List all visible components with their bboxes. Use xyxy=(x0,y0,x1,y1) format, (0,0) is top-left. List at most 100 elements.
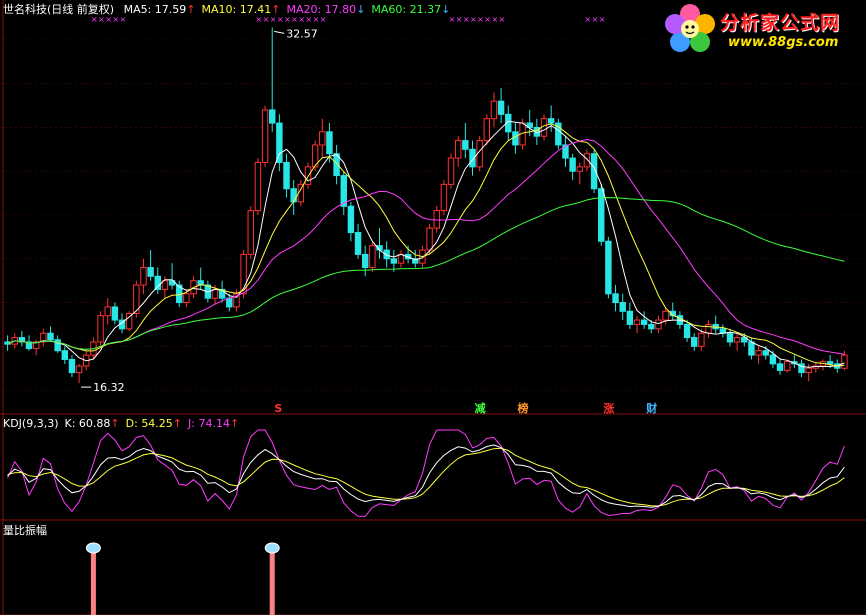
candle-body xyxy=(319,131,326,146)
candle-body xyxy=(276,122,283,163)
candle-body xyxy=(841,354,848,369)
amp-bar-stem xyxy=(90,552,96,615)
signal-mark: × xyxy=(298,15,305,24)
candle-body xyxy=(569,157,576,172)
candle-body xyxy=(104,306,111,317)
event-tag: S xyxy=(274,402,282,415)
candle-body xyxy=(547,118,555,124)
candle-body xyxy=(698,332,705,347)
candle-body xyxy=(75,365,83,374)
candle-body xyxy=(183,293,190,304)
candle xyxy=(555,118,562,150)
candle-body xyxy=(426,227,433,251)
candle xyxy=(254,158,262,215)
signal-mark: × xyxy=(456,15,463,24)
kdj-legend: KDJ(9,3,3) K: 60.88↑ D: 54.25↑ J: 74.14↑ xyxy=(3,417,251,430)
price-legend-item: MA10: 17.41↑ xyxy=(201,3,281,16)
kdj-legend-item: K: 60.88↑ xyxy=(64,417,120,430)
kdj-trend-arrow: ↑ xyxy=(172,417,183,430)
candle-body xyxy=(147,267,154,277)
signal-mark: × xyxy=(91,15,98,24)
price-trend-arrow: ↓ xyxy=(441,3,451,16)
signal-mark: × xyxy=(120,15,127,24)
candle-body xyxy=(462,140,469,150)
candle-body xyxy=(354,232,362,255)
candle-body xyxy=(783,361,791,371)
amp-title: 量比振幅 xyxy=(3,524,47,537)
candle-body xyxy=(433,210,440,229)
signal-mark: × xyxy=(313,15,320,24)
price-trend-arrow: ↓ xyxy=(356,3,366,16)
price-legend-item: MA60: 21.37↓ xyxy=(371,3,451,16)
candle xyxy=(605,236,612,299)
candle-body xyxy=(97,315,104,343)
signal-mark: × xyxy=(499,15,506,24)
candle xyxy=(426,223,433,255)
kdj-trend-arrow: ↑ xyxy=(110,417,120,430)
candle xyxy=(276,114,283,172)
candle-body xyxy=(826,361,834,365)
signal-mark: × xyxy=(463,15,470,24)
candle xyxy=(311,140,319,172)
event-tag: 财 xyxy=(645,401,657,415)
candle-body xyxy=(769,354,777,365)
candle-body xyxy=(361,253,369,269)
candle xyxy=(598,184,605,246)
stock-chart-canvas[interactable]: 32.5716.32×××××××××××××××××××××××××××××S… xyxy=(0,0,866,615)
kdj-trend-arrow: ↑ xyxy=(229,417,240,430)
candle-body xyxy=(748,341,755,356)
candle-body xyxy=(612,293,619,304)
logo-url: www.88gs.com xyxy=(728,35,839,50)
candle-body xyxy=(619,302,626,312)
candle-body xyxy=(283,161,290,190)
price-trend-arrow: ↑ xyxy=(271,3,281,16)
candle-body xyxy=(655,319,662,330)
amp-bar-cap-icon xyxy=(264,542,280,554)
candle-body xyxy=(598,188,605,242)
candle-body xyxy=(640,319,648,325)
signal-mark: × xyxy=(305,15,312,24)
candle-body xyxy=(397,253,405,264)
candle-body xyxy=(269,109,276,124)
kdj-legend-item: KDJ(9,3,3) xyxy=(3,417,59,430)
candle-body xyxy=(705,323,712,334)
price-legend-item: MA5: 17.59↑ xyxy=(123,3,196,16)
candle xyxy=(447,153,455,189)
signal-mark: × xyxy=(491,15,498,24)
price-title: 世名科技(日线 前复权) xyxy=(3,3,115,16)
signal-mark: × xyxy=(277,15,284,24)
candle-body xyxy=(340,175,347,207)
signal-mark: × xyxy=(477,15,484,24)
candle xyxy=(261,105,269,167)
candle-body xyxy=(226,297,233,308)
signal-mark: × xyxy=(255,15,262,24)
event-tag: 减 xyxy=(475,401,486,415)
signal-mark: × xyxy=(112,15,119,24)
candle-body xyxy=(648,323,655,330)
candle-body xyxy=(326,131,333,155)
candle-body xyxy=(805,367,812,374)
candle-body xyxy=(733,337,741,343)
candle-body xyxy=(390,258,398,264)
candle-body xyxy=(140,267,147,286)
candle-body xyxy=(247,210,254,255)
kdj-legend-item: J: 74.14↑ xyxy=(188,417,240,430)
signal-mark: × xyxy=(263,15,270,24)
amp-bar-stem xyxy=(269,552,275,615)
kdj-legend-item: D: 54.25↑ xyxy=(125,417,183,430)
candle-body xyxy=(662,310,669,321)
candle xyxy=(304,162,312,189)
candle-body xyxy=(68,358,76,374)
candle xyxy=(440,179,448,215)
signal-mark: × xyxy=(470,15,477,24)
candle xyxy=(433,206,440,233)
flower-logo-icon xyxy=(665,4,715,52)
candle-body xyxy=(776,363,784,371)
signal-mark: × xyxy=(320,15,327,24)
candle-body xyxy=(726,332,734,343)
candle-body xyxy=(583,153,591,168)
candle-body xyxy=(762,350,769,356)
candle xyxy=(369,241,376,272)
candle-body xyxy=(497,100,505,115)
candle-body xyxy=(626,310,634,325)
